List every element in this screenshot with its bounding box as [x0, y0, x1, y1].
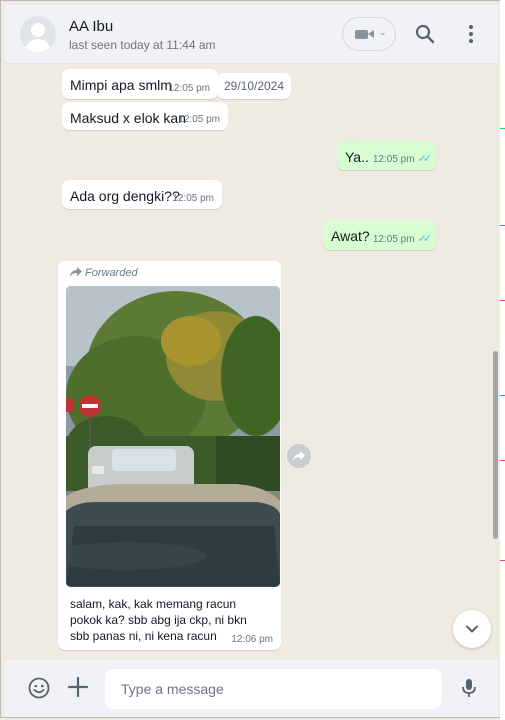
message-meta: 12:05 pm ✓✓ — [372, 152, 433, 165]
message-text: Mimpi apa smlm — [70, 77, 172, 93]
date-chip: 29/10/2024 — [217, 73, 291, 99]
forwarded-text: Forwarded — [85, 267, 138, 279]
contact-name[interactable]: AA Ibu — [69, 18, 113, 35]
message-bubble-outgoing[interactable]: Awat? 12:05 pm ✓✓ — [323, 220, 436, 250]
share-icon — [293, 451, 305, 461]
message-meta: 12:05 pm ✓✓ — [372, 232, 433, 245]
message-text: Maksud x elok kan — [70, 110, 186, 126]
avatar-head-shape — [31, 23, 45, 37]
emoji-button[interactable] — [27, 676, 51, 700]
window-edge — [500, 0, 505, 720]
message-text: Ada org dengki?? — [70, 188, 180, 204]
chat-window: AA Ibu last seen today at 11:44 am ⌄ Mim… — [0, 0, 503, 718]
message-time: 12:05 pm — [178, 114, 220, 125]
message-bubble-incoming[interactable]: Ada org dengki?? 12:05 pm — [62, 180, 222, 209]
message-time: 12:05 pm — [172, 193, 214, 204]
chevron-down-icon: ⌄ — [379, 27, 387, 37]
edge-marker — [500, 395, 505, 396]
edge-marker — [500, 128, 505, 129]
message-time: 12:06 pm — [231, 634, 273, 645]
avatar[interactable] — [20, 16, 56, 52]
search-button[interactable] — [413, 22, 437, 46]
plus-icon — [67, 676, 89, 698]
photo-attachment[interactable] — [66, 286, 280, 587]
message-time: 12:05 pm — [168, 83, 210, 94]
message-input[interactable] — [105, 669, 442, 709]
emoji-icon — [28, 677, 50, 699]
message-bubble-incoming[interactable]: Mimpi apa smlm 12:05 pm — [62, 69, 218, 99]
forward-icon — [70, 267, 82, 277]
mic-icon — [462, 679, 476, 697]
menu-button[interactable] — [459, 22, 483, 46]
video-call-button[interactable]: ⌄ — [342, 17, 396, 51]
share-button[interactable] — [287, 444, 311, 468]
photo-trees-car — [66, 286, 280, 587]
menu-icon — [469, 25, 473, 43]
voice-message-button[interactable] — [457, 676, 481, 700]
attach-button[interactable] — [67, 674, 89, 702]
chat-scrollbar[interactable] — [493, 351, 498, 539]
forwarded-label: Forwarded — [70, 267, 138, 279]
scroll-down-button[interactable] — [453, 610, 491, 648]
scroll-down-icon — [466, 625, 478, 633]
message-time: 12:05 pm — [372, 234, 415, 245]
message-caption: salam, kak, kak memang racun pokok ka? s… — [70, 597, 247, 643]
avatar-body-shape — [25, 39, 51, 52]
edge-marker — [500, 225, 505, 226]
edge-marker — [500, 300, 505, 301]
video-call-icon — [355, 30, 368, 39]
forwarded-image-message[interactable]: Forwarded salam, kak, kak memang racun p… — [58, 261, 281, 650]
read-ticks-icon: ✓✓ — [417, 233, 433, 245]
message-list[interactable]: Mimpi apa smlm 12:05 pm 29/10/2024 Maksu… — [5, 64, 498, 660]
search-icon — [415, 24, 435, 44]
message-text: Ya.. — [345, 149, 369, 165]
edge-marker — [500, 460, 505, 461]
edge-marker — [500, 560, 505, 561]
composer-bar — [5, 660, 498, 717]
video-call-icon-lens — [368, 30, 374, 38]
message-bubble-incoming[interactable]: Maksud x elok kan 12:05 pm — [62, 102, 228, 130]
chat-header[interactable]: AA Ibu last seen today at 11:44 am ⌄ — [5, 5, 498, 64]
last-seen-status: last seen today at 11:44 am — [69, 38, 216, 52]
read-ticks-icon: ✓✓ — [417, 153, 433, 165]
message-text: Awat? — [331, 228, 370, 244]
message-time: 12:05 pm — [372, 154, 415, 165]
message-bubble-outgoing[interactable]: Ya.. 12:05 pm ✓✓ — [337, 141, 436, 170]
